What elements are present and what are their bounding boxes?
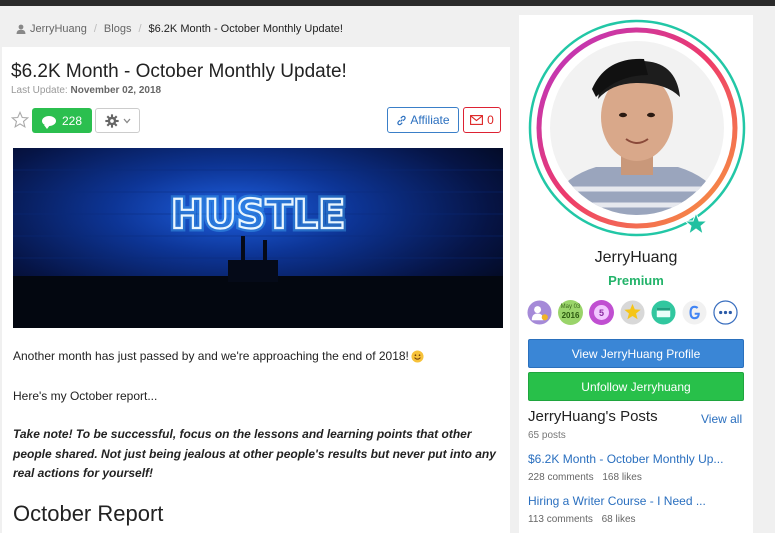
last-update-date: November 02, 2018 [70, 85, 162, 96]
breadcrumb-separator: / [93, 23, 97, 35]
hero-image: HUSTLE HUSTLE [13, 148, 503, 328]
breadcrumb: JerryHuang / Blogs / $6.2K Month - Octob… [16, 23, 343, 35]
post-link[interactable]: $6.2K Month - October Monthly Up... [528, 452, 723, 466]
post-link[interactable]: Hiring a Writer Course - I Need ... [528, 494, 706, 508]
link-icon [397, 115, 407, 125]
view-all-link[interactable]: View all [701, 412, 742, 426]
post-meta: 228 comments 168 likes [528, 472, 642, 483]
article-paragraph: Another month has just passed by and we'… [13, 349, 424, 363]
paragraph-text: Another month has just passed by and we'… [13, 349, 409, 363]
posts-count: 65 posts [528, 430, 566, 441]
breadcrumb-blogs[interactable]: Blogs [104, 23, 132, 35]
post-likes: 168 likes [602, 472, 642, 483]
post-comments: 113 comments [528, 514, 593, 525]
settings-dropdown[interactable] [95, 108, 140, 133]
breadcrumb-current: $6.2K Month - October Monthly Update! [148, 23, 343, 35]
user-icon [16, 24, 26, 34]
chevron-down-icon [123, 118, 130, 123]
more-badges-icon[interactable] [713, 300, 738, 325]
comments-count: 228 [61, 113, 83, 128]
website-badge-icon[interactable] [651, 300, 676, 325]
breadcrumb-separator: / [138, 23, 142, 35]
join-date-badge[interactable]: May 03 2016 [558, 300, 583, 325]
comments-button[interactable]: 228 [32, 108, 92, 133]
section-heading: October Report [13, 501, 164, 526]
last-update: Last Update: November 02, 2018 [11, 85, 161, 96]
affiliate-button[interactable]: Affiliate [387, 107, 459, 133]
last-update-label: Last Update: [11, 85, 68, 96]
post-meta: 113 comments 68 likes [528, 514, 636, 525]
anniversary-badge[interactable]: 5 [589, 300, 614, 325]
star-icon[interactable] [11, 111, 29, 129]
member-badge-icon[interactable] [527, 300, 552, 325]
hero-text: HUSTLE [171, 192, 346, 238]
post-comments: 228 comments [528, 472, 594, 483]
top-bar [0, 0, 775, 6]
comment-icon [41, 115, 56, 129]
google-badge-icon[interactable] [682, 300, 707, 325]
posts-heading: JerryHuang's Posts [528, 408, 658, 425]
profile-rank: Premium [608, 273, 664, 288]
envelope-icon [470, 115, 484, 125]
years-count: 5 [594, 305, 609, 320]
message-count: 0 [487, 113, 494, 127]
avatar[interactable] [526, 17, 748, 239]
star-badge-icon[interactable] [620, 300, 645, 325]
page-title: $6.2K Month - October Monthly Update! [11, 61, 347, 82]
gear-icon [104, 113, 119, 128]
affiliate-label: Affiliate [410, 113, 450, 127]
view-profile-button[interactable]: View JerryHuang Profile [528, 339, 744, 368]
breadcrumb-user[interactable]: JerryHuang [30, 23, 87, 35]
message-button[interactable]: 0 [463, 107, 501, 133]
article-paragraph: Here's my October report... [13, 389, 158, 403]
unfollow-button[interactable]: Unfollow Jerryhuang [528, 372, 744, 401]
author-sidebar: JerryHuang Premium May 03 2016 5 View Je… [519, 15, 753, 533]
join-month: May 03 [560, 304, 581, 310]
article-panel: $6.2K Month - October Monthly Update! La… [2, 47, 510, 533]
article-note: Take note! To be successful, focus on th… [13, 427, 496, 480]
profile-username[interactable]: JerryHuang [519, 249, 753, 267]
join-year: 2016 [561, 311, 580, 320]
smile-emoji-icon [411, 349, 424, 363]
post-likes: 68 likes [601, 514, 636, 525]
featured-star-icon [683, 211, 709, 236]
